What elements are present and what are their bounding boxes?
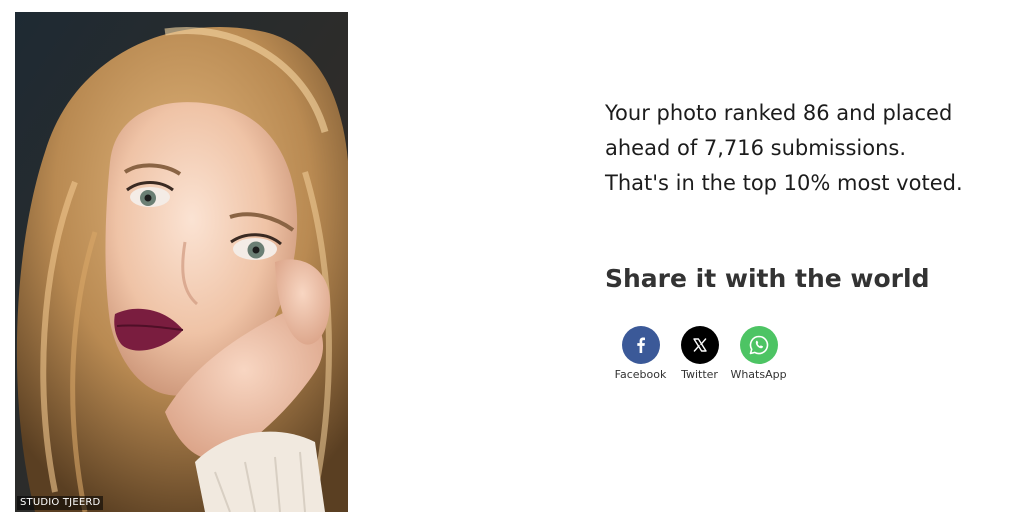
whatsapp-share-button[interactable]: WhatsApp: [730, 326, 787, 382]
twitter-label: Twitter: [681, 368, 718, 381]
facebook-label: Facebook: [614, 368, 667, 381]
submissions-line: ahead of 7,716 submissions.: [605, 136, 907, 160]
percentile-line: That's in the top 10% most voted.: [605, 171, 963, 195]
twitter-share-button[interactable]: Twitter: [671, 326, 728, 382]
share-heading: Share it with the world: [605, 264, 930, 293]
share-buttons: Facebook Twitter WhatsApp: [612, 326, 787, 382]
ranking-summary: Your photo ranked 86 and placed ahead of…: [605, 96, 1015, 201]
portrait-image: [15, 12, 348, 512]
whatsapp-label: WhatsApp: [730, 368, 787, 381]
whatsapp-icon: [739, 326, 778, 364]
x-icon: [680, 326, 719, 364]
facebook-icon: [621, 326, 660, 364]
facebook-share-button[interactable]: Facebook: [612, 326, 669, 382]
photo-watermark: STUDIO TJEERD: [17, 496, 104, 510]
ranking-line: Your photo ranked 86 and placed: [605, 101, 953, 125]
contest-photo: STUDIO TJEERD: [15, 12, 348, 512]
